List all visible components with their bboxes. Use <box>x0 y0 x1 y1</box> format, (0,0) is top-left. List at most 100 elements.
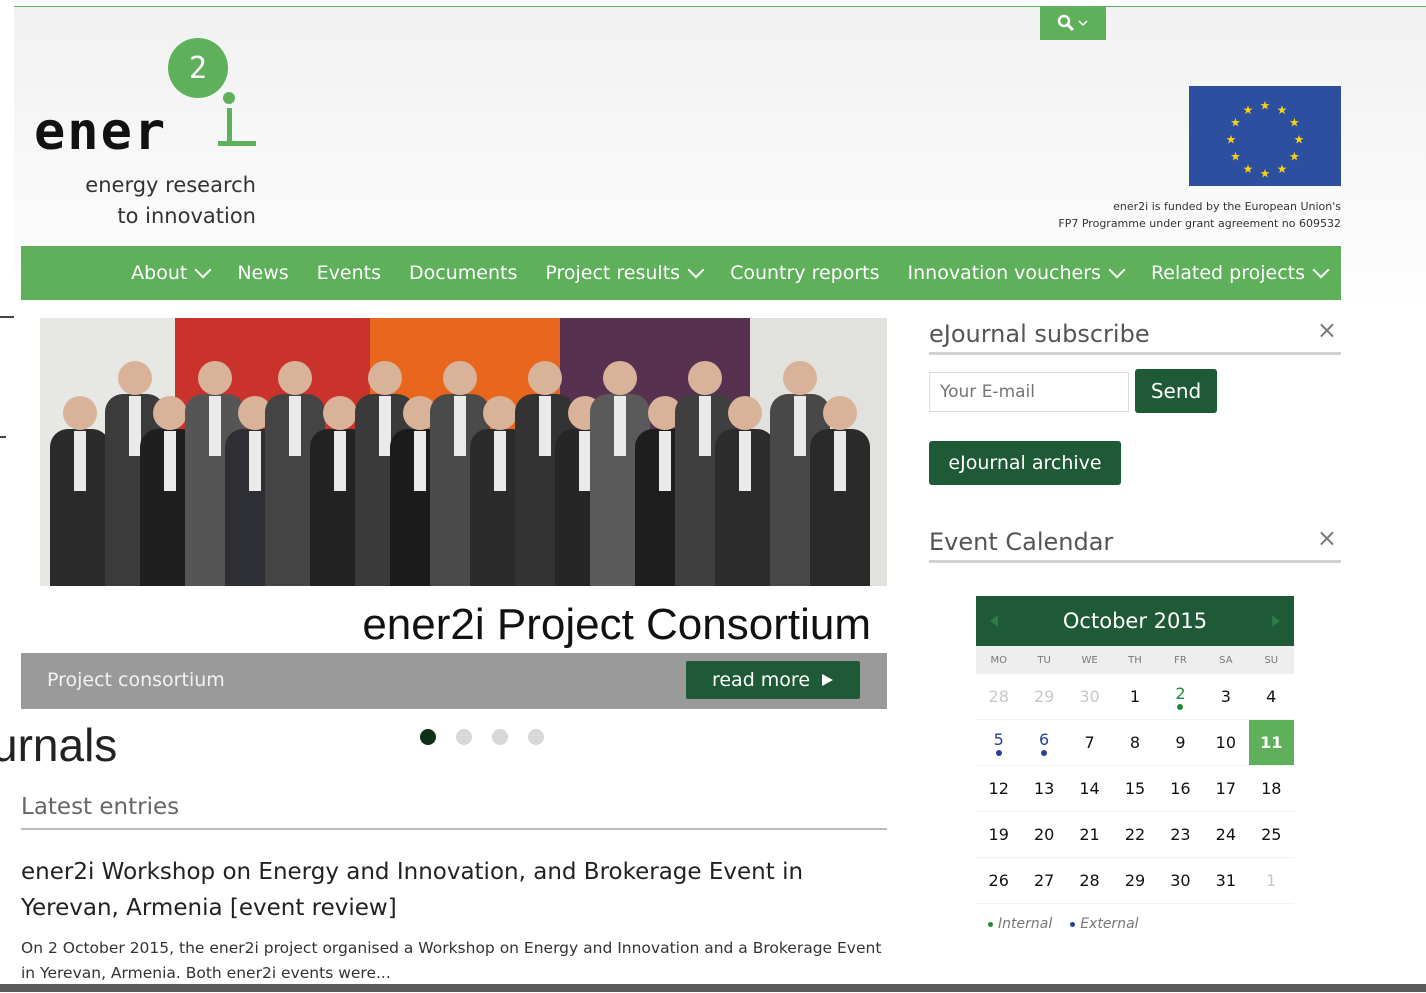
funding-line-2: FP7 Programme under grant agreement no 6… <box>1058 217 1341 230</box>
event-calendar-heading-text: Event Calendar <box>929 528 1114 556</box>
site-logo[interactable]: 2 ener energy research to innovation <box>30 38 270 238</box>
legend-external: External <box>1070 916 1139 932</box>
nav-item-documents[interactable]: Documents <box>395 262 531 284</box>
photo-person-shirt <box>164 431 176 491</box>
nav-item-related-projects[interactable]: Related projects <box>1137 261 1341 284</box>
eu-star-icon: ★ <box>1226 133 1237 147</box>
ejournal-archive-button[interactable]: eJournal archive <box>929 441 1121 485</box>
calendar-day-number: 1 <box>1129 687 1141 706</box>
nav-item-about[interactable]: About <box>117 261 223 284</box>
eu-star-icon: ★ <box>1260 99 1271 113</box>
funding-line-1: ener2i is funded by the European Union's <box>1113 200 1341 213</box>
slider-dot[interactable] <box>492 729 508 745</box>
calendar-day[interactable]: 14 <box>1066 766 1113 812</box>
calendar-day[interactable]: 26 <box>976 858 1022 904</box>
calendar-day[interactable]: 10 <box>1203 720 1249 766</box>
external-event-dot-icon <box>995 749 1002 756</box>
nav-item-country-reports[interactable]: Country reports <box>716 262 893 284</box>
calendar-day[interactable]: 15 <box>1112 766 1158 812</box>
read-more-label: read more <box>711 669 811 691</box>
next-month-icon[interactable] <box>1271 615 1280 627</box>
slide-edge-line <box>0 436 6 438</box>
weekday-label: FR <box>1174 654 1187 666</box>
slider-image[interactable] <box>40 318 887 586</box>
calendar-day[interactable]: 30 <box>1066 674 1113 720</box>
calendar-day[interactable]: 3 <box>1203 674 1249 720</box>
weekday-label: TH <box>1128 654 1142 666</box>
nav-item-news[interactable]: News <box>223 262 302 284</box>
chevron-down-icon <box>1108 261 1126 279</box>
close-icon[interactable]: × <box>1317 524 1337 552</box>
calendar-day-number: 4 <box>1266 687 1277 706</box>
calendar-day-number: 8 <box>1129 733 1141 752</box>
prev-month-icon[interactable] <box>990 615 998 627</box>
calendar-day-number: 19 <box>988 825 1009 844</box>
nav-item-events[interactable]: Events <box>303 262 395 284</box>
close-icon[interactable]: × <box>1317 316 1337 344</box>
calendar-day[interactable]: 18 <box>1248 766 1294 812</box>
calendar-day[interactable]: 1 <box>1112 674 1158 720</box>
photo-person-head <box>443 361 477 395</box>
calendar-day[interactable]: 29 <box>1021 674 1067 720</box>
calendar-day[interactable]: 4 <box>1248 674 1294 720</box>
send-button[interactable]: Send <box>1135 369 1217 413</box>
calendar-day[interactable]: 5 <box>976 720 1022 766</box>
slider-dot[interactable] <box>456 729 472 745</box>
slider-pagination <box>420 729 544 745</box>
calendar-day[interactable]: 23 <box>1157 812 1204 858</box>
calendar-day[interactable]: 21 <box>1066 812 1113 858</box>
photo-person-shirt <box>834 431 846 491</box>
calendar-day[interactable]: 2 <box>1157 674 1204 720</box>
calendar-days: 28 29 30 1 2 3 4 5 6 7 8 9 10 11 12 13 14 15 16 17 18 19 20 21 2… <box>976 674 1294 904</box>
tagline-line-1: energy research <box>85 173 256 197</box>
slider-dot[interactable] <box>420 729 436 745</box>
calendar-day[interactable]: 20 <box>1021 812 1067 858</box>
entry-title-link[interactable]: ener2i Workshop on Energy and Innovation… <box>21 854 887 926</box>
calendar-day[interactable]: 24 <box>1203 812 1249 858</box>
chevron-down-icon <box>1078 20 1088 27</box>
calendar-day[interactable]: 29 <box>1112 858 1158 904</box>
calendar-day[interactable]: 16 <box>1157 766 1204 812</box>
calendar-day[interactable]: 31 <box>1203 858 1249 904</box>
calendar-day[interactable]: 28 <box>1066 858 1113 904</box>
calendar-day[interactable]: 25 <box>1248 812 1294 858</box>
slide-edge-text: urnals <box>0 719 118 771</box>
calendar-day[interactable]: 22 <box>1112 812 1158 858</box>
search-toggle-button[interactable] <box>1040 6 1106 40</box>
calendar-day-number: 21 <box>1079 825 1100 844</box>
calendar-day-number: 24 <box>1215 825 1237 844</box>
photo-person-shirt <box>379 396 391 456</box>
legend-internal-label: Internal <box>998 916 1053 932</box>
calendar-day[interactable]: 17 <box>1203 766 1249 812</box>
eu-star-icon: ★ <box>1277 103 1288 117</box>
calendar-day[interactable]: 13 <box>1021 766 1067 812</box>
calendar-day[interactable]: 12 <box>976 766 1022 812</box>
calendar-day-number: 20 <box>1033 825 1055 844</box>
calendar-legend: Internal External <box>988 916 1139 932</box>
calendar-month: October 2015 <box>1062 609 1208 633</box>
calendar-day[interactable]: 9 <box>1157 720 1204 766</box>
photo-person-shirt <box>414 431 426 491</box>
read-more-button[interactable]: read more <box>686 661 860 699</box>
photo-person-shirt <box>659 431 671 491</box>
slider-dot[interactable] <box>528 729 544 745</box>
legend-internal: Internal <box>988 916 1052 932</box>
photo-person-head <box>153 396 187 430</box>
calendar-day[interactable]: 7 <box>1066 720 1113 766</box>
nav-item-innovation-vouchers[interactable]: Innovation vouchers <box>894 261 1137 284</box>
calendar-day[interactable]: 19 <box>976 812 1022 858</box>
calendar-day[interactable]: 6 <box>1021 720 1067 766</box>
calendar-day[interactable]: 28 <box>976 674 1022 720</box>
photo-person-head <box>823 396 857 430</box>
calendar-day-number: 22 <box>1124 825 1146 844</box>
calendar-day[interactable]: 8 <box>1112 720 1158 766</box>
email-input[interactable] <box>929 372 1129 412</box>
calendar-day[interactable]: 30 <box>1157 858 1204 904</box>
calendar-day-today[interactable]: 11 <box>1248 720 1294 766</box>
slide-edge-line <box>0 316 14 318</box>
calendar-day[interactable]: 27 <box>1021 858 1067 904</box>
nav-item-project-results[interactable]: Project results <box>531 261 716 284</box>
external-event-dot-icon <box>1041 749 1048 756</box>
calendar-day[interactable]: 1 <box>1248 858 1294 904</box>
eu-star-icon: ★ <box>1243 162 1254 176</box>
